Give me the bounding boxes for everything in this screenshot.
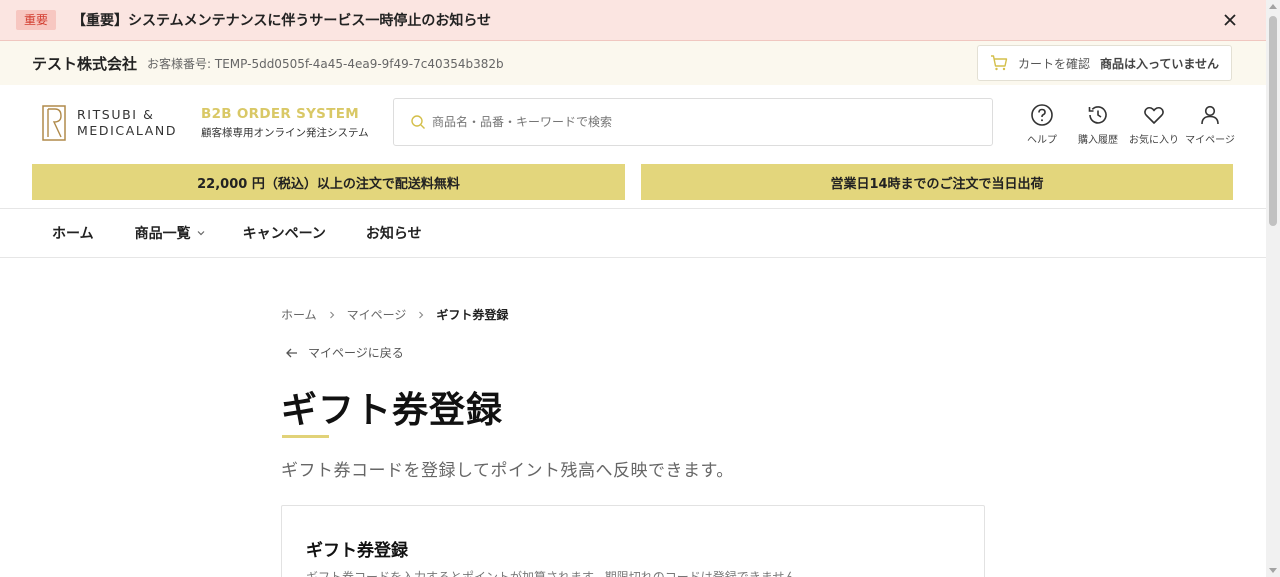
history-label: 購入履歴 [1078,135,1118,146]
customer-number: お客様番号: TEMP-5dd0505f-4a45-4ea9-9f49-7c40… [147,56,504,71]
mypage-button[interactable]: マイページ [1182,103,1238,146]
header-icons: ヘルプ 購入履歴 お気に入り マイページ [1014,103,1238,146]
history-icon [1088,106,1107,124]
page-lead: ギフト券コードを登録してポイント残高へ反映できます。 [281,461,734,481]
logo-mark-icon[interactable] [42,105,66,141]
logo-line-1: RITSUBI & [77,107,155,122]
search-input[interactable] [432,115,972,129]
cart-status: 商品は入っていません [1100,56,1220,71]
breadcrumb: ホーム マイページ ギフト券登録 [281,306,508,323]
page-title: ギフト券登録 [281,390,504,431]
global-nav: ホーム 商品一覧 キャンペーン お知らせ [0,208,1266,258]
same-day-shipping-banner: 営業日14時までのご注文で当日出荷 [641,164,1233,200]
scroll-up-arrow[interactable] [1269,4,1277,9]
help-icon [1031,104,1053,126]
system-name: B2B ORDER SYSTEM 顧客様専用オンライン発注システム [201,106,369,140]
free-shipping-banner: 22,000 円（税込）以上の注文で配送料無料 [32,164,625,200]
breadcrumb-mypage[interactable]: マイページ [347,306,407,323]
important-badge: 重要 [16,10,57,30]
notice-message[interactable]: 【重要】システムメンテナンスに伴うサービス一時停止のお知らせ [72,10,491,30]
scrollbar-thumb[interactable] [1269,16,1277,226]
card-title: ギフト券登録 [306,541,408,561]
nav-products-label: 商品一覧 [134,226,191,242]
back-link-label: マイページに戻る [308,346,404,360]
gift-card-form-card: ギフト券登録 ギフト券コードを入力するとポイントが加算されます。期限切れのコード… [281,505,985,577]
mypage-label: マイページ [1185,135,1235,146]
help-button[interactable]: ヘルプ [1014,103,1070,146]
history-button[interactable]: 購入履歴 [1070,103,1126,146]
nav-item-products[interactable]: 商品一覧 [135,223,206,243]
user-icon [1201,105,1219,125]
nav-news-label: お知らせ [365,226,422,242]
close-icon[interactable] [1220,10,1240,30]
heart-icon [1144,106,1164,124]
breadcrumb-current: ギフト券登録 [436,308,509,322]
help-label: ヘルプ [1027,135,1057,146]
cart-label: カートを確認 [1018,56,1091,71]
page-scrollbar[interactable] [1266,0,1280,577]
logo-line-2: MEDICALAND [77,123,178,138]
nav-item-news[interactable]: お知らせ [366,223,422,243]
breadcrumb-home[interactable]: ホーム [281,306,317,323]
arrow-left-icon [286,348,297,357]
nav-campaign-label: キャンペーン [242,226,326,242]
company-name: テスト株式会社 [32,54,138,73]
account-bar: テスト株式会社 お客様番号: TEMP-5dd0505f-4a45-4ea9-9… [0,41,1266,85]
card-description: ギフト券コードを入力するとポイントが加算されます。期限切れのコードは登録できませ… [306,570,809,577]
favorites-label: お気に入り [1129,135,1179,146]
search-icon [411,115,425,129]
back-link[interactable]: マイページに戻る [285,344,404,361]
nav-item-home[interactable]: ホーム [52,223,94,243]
nav-item-campaign[interactable]: キャンペーン [243,223,326,243]
chevron-right-icon [419,311,424,318]
system-subtitle: 顧客様専用オンライン発注システム [201,127,369,139]
favorites-button[interactable]: お気に入り [1126,103,1182,146]
scroll-down-arrow[interactable] [1269,568,1277,573]
chevron-right-icon [329,311,334,318]
chevron-down-icon [197,231,205,236]
title-underline [282,435,329,438]
site-header: RITSUBI & MEDICALAND B2B ORDER SYSTEM 顧客… [0,85,1266,161]
search-box[interactable] [393,98,993,146]
cart-icon [991,55,1008,71]
cart-button[interactable]: カートを確認 商品は入っていません [977,45,1232,81]
logo-text[interactable]: RITSUBI & MEDICALAND [77,107,177,139]
nav-home-label: ホーム [52,226,94,242]
system-title: B2B ORDER SYSTEM [201,106,359,122]
notice-bar: 重要 【重要】システムメンテナンスに伴うサービス一時停止のお知らせ [0,0,1266,41]
